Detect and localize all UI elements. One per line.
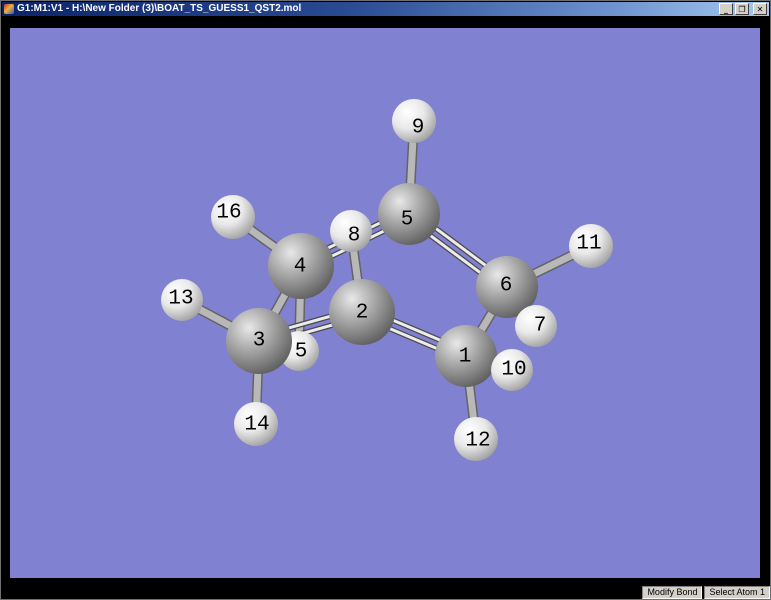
atom-label-7: 7	[534, 315, 547, 338]
status-modify-bond: Modify Bond	[642, 586, 703, 599]
atoms-layer	[161, 99, 613, 461]
window-controls: _ ❐ ✕	[719, 3, 767, 15]
atom-label-15: 5	[295, 341, 308, 364]
app-icon	[4, 4, 14, 14]
atom-label-5: 5	[401, 209, 414, 232]
atom-label-13: 13	[168, 288, 193, 311]
atom-label-14: 14	[244, 414, 269, 437]
atom-label-3: 3	[253, 330, 266, 353]
atom-label-1: 1	[459, 346, 472, 369]
status-bar: Modify Bond Select Atom 1	[642, 586, 770, 599]
maximize-button[interactable]: ❐	[735, 3, 749, 15]
atom-label-16: 16	[216, 202, 241, 225]
atom-label-11: 11	[576, 233, 601, 256]
close-button[interactable]: ✕	[753, 3, 767, 15]
atom-label-2: 2	[356, 302, 369, 325]
molecule-viewport[interactable]: 5 9 16 13 14 12 11 5 4 6 2 3 1 8 7 10	[10, 28, 760, 578]
window-title: G1:M1:V1 - H:\New Folder (3)\BOAT_TS_GUE…	[17, 3, 302, 14]
molecule-canvas[interactable]: 5 9 16 13 14 12 11 5 4 6 2 3 1 8 7 10	[10, 28, 760, 578]
app-window: G1:M1:V1 - H:\New Folder (3)\BOAT_TS_GUE…	[0, 0, 771, 600]
minimize-button[interactable]: _	[719, 3, 733, 15]
atom-label-4: 4	[294, 256, 307, 279]
status-select-atom: Select Atom 1	[704, 586, 770, 599]
atom-label-10: 10	[501, 359, 526, 382]
atom-label-6: 6	[500, 275, 513, 298]
atom-label-9: 9	[412, 117, 425, 140]
atom-label-12: 12	[465, 430, 490, 453]
atom-label-8: 8	[348, 225, 361, 248]
title-bar[interactable]: G1:M1:V1 - H:\New Folder (3)\BOAT_TS_GUE…	[2, 2, 769, 16]
